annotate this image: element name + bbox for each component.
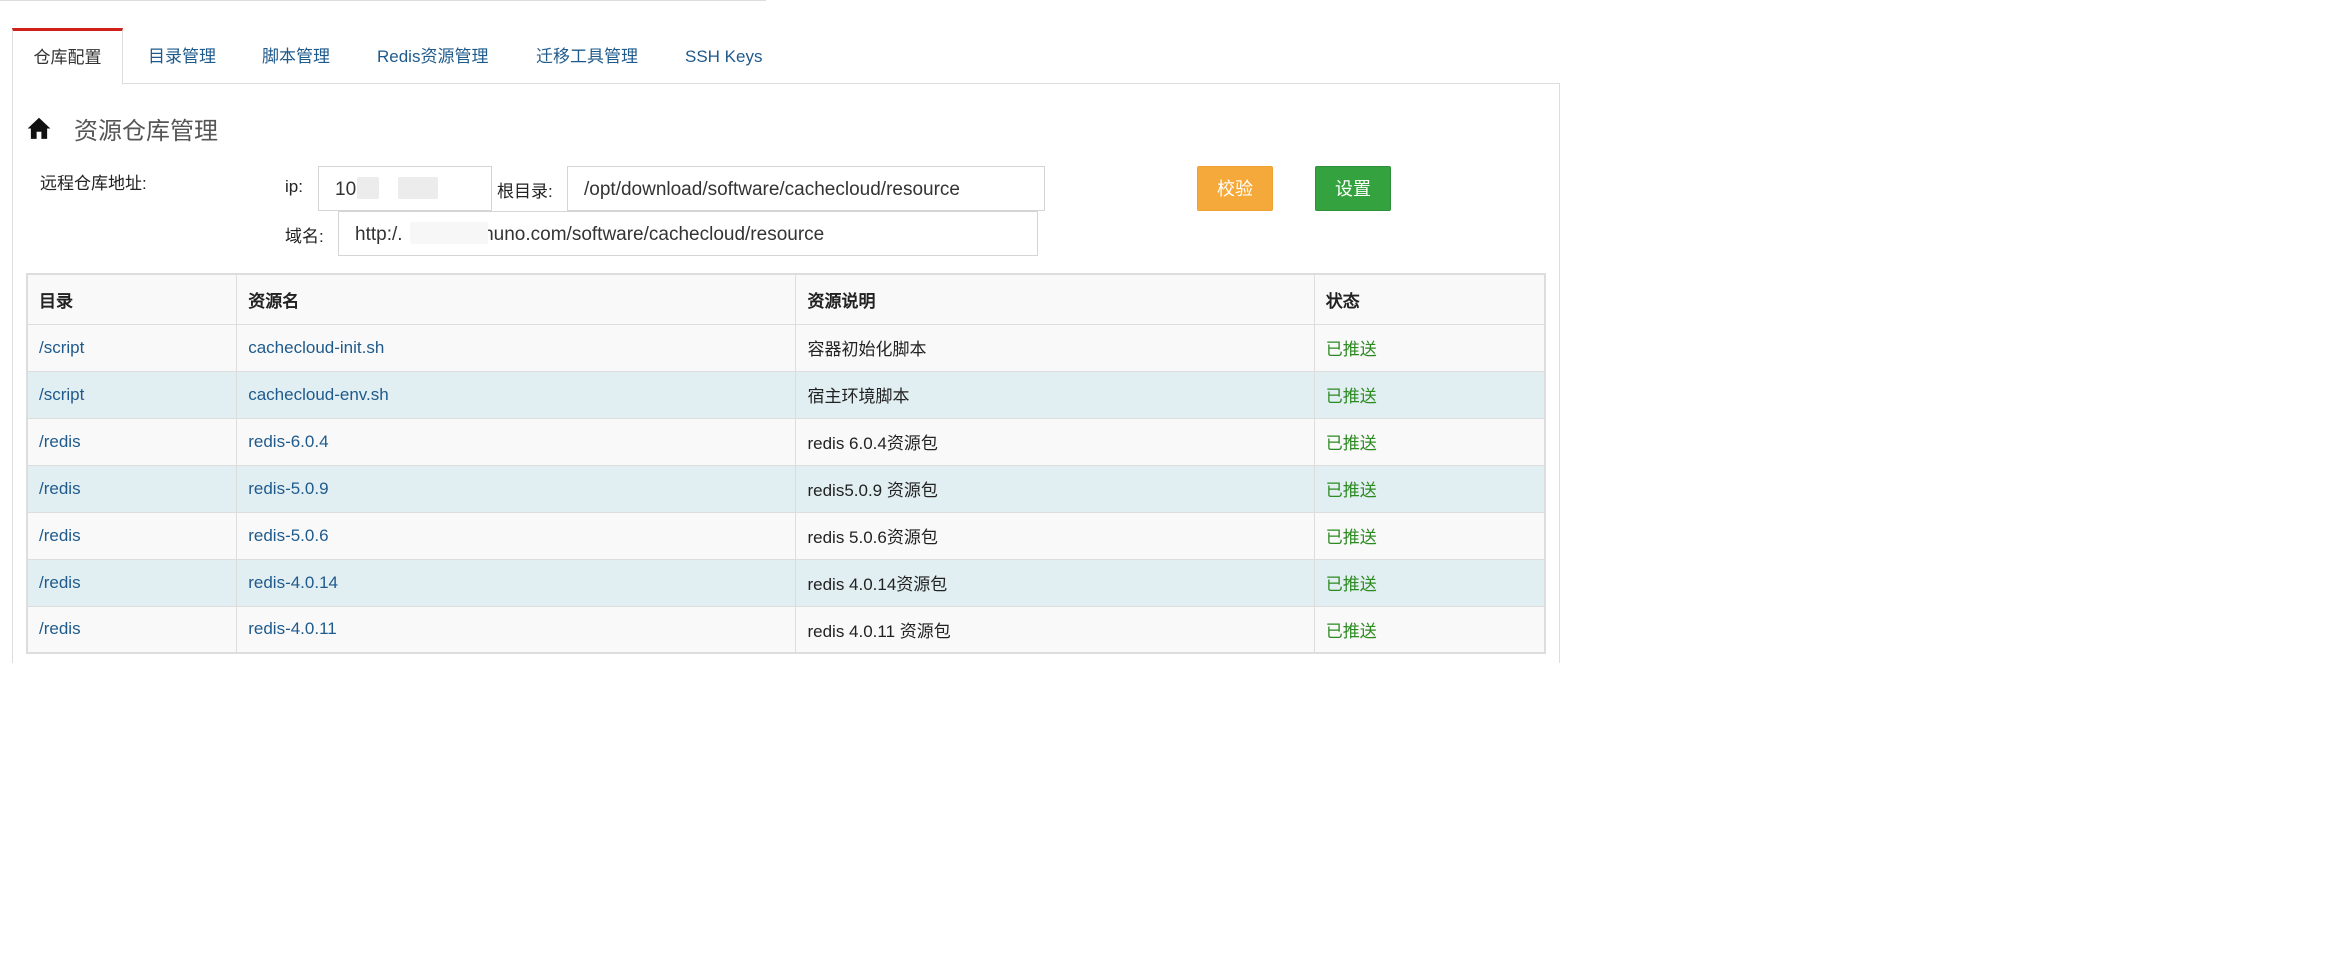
cell-status: 已推送	[1313, 417, 1546, 466]
root-dir-value: /opt/download/software/cachecloud/resour…	[584, 179, 961, 200]
tab-redis-resource-management[interactable]: Redis资源管理	[377, 28, 488, 84]
cell-directory[interactable]: /redis	[26, 558, 238, 607]
cell-resource-name[interactable]: redis-4.0.14	[236, 558, 797, 607]
cell-resource-name[interactable]: redis-6.0.4	[236, 417, 797, 466]
table-row: /redis redis-4.0.14 redis 4.0.14资源包 已推送	[26, 558, 1546, 607]
redacted-mask	[410, 222, 488, 244]
col-header-directory: 目录	[26, 273, 238, 325]
cell-status: 已推送	[1313, 511, 1546, 560]
cell-directory[interactable]: /redis	[26, 605, 238, 654]
cell-directory[interactable]: /script	[26, 323, 238, 372]
table-row: /redis redis-5.0.6 redis 5.0.6资源包 已推送	[26, 511, 1546, 560]
cell-resource-name[interactable]: redis-4.0.11	[236, 605, 797, 654]
col-header-resource-name: 资源名	[236, 273, 797, 325]
cell-resource-desc: redis 4.0.14资源包	[795, 558, 1315, 607]
cell-resource-desc: redis 6.0.4资源包	[795, 417, 1315, 466]
tab-script-management[interactable]: 脚本管理	[262, 28, 330, 84]
table-row: /redis redis-6.0.4 redis 6.0.4资源包 已推送	[26, 417, 1546, 466]
root-dir-label: 根目录:	[497, 182, 553, 201]
tab-migration-tool-management[interactable]: 迁移工具管理	[536, 28, 638, 84]
cell-status: 已推送	[1313, 558, 1546, 607]
ip-value: 10	[335, 179, 357, 200]
table-row: /redis redis-5.0.9 redis5.0.9 资源包 已推送	[26, 464, 1546, 513]
cell-resource-desc: redis 4.0.11 资源包	[795, 605, 1315, 654]
cell-directory[interactable]: /redis	[26, 417, 238, 466]
cell-directory[interactable]: /redis	[26, 511, 238, 560]
cell-status: 已推送	[1313, 323, 1546, 372]
cell-directory[interactable]: /redis	[26, 464, 238, 513]
table-row: /script cachecloud-env.sh 宿主环境脚本 已推送	[26, 370, 1546, 419]
page-header: 资源仓库管理	[26, 110, 218, 146]
remote-repo-label: 远程仓库地址:	[40, 174, 147, 193]
ip-label: ip:	[285, 177, 303, 196]
top-divider	[0, 0, 766, 1]
root-dir-field[interactable]: /opt/download/software/cachecloud/resour…	[567, 166, 1045, 211]
col-header-resource-desc: 资源说明	[795, 273, 1315, 325]
tab-repo-config[interactable]: 仓库配置	[12, 28, 123, 85]
cell-status: 已推送	[1313, 370, 1546, 419]
cell-resource-name[interactable]: redis-5.0.6	[236, 511, 797, 560]
domain-label: 域名:	[285, 227, 324, 246]
domain-prefix: http:/.	[355, 224, 403, 245]
tab-bar: 仓库配置 目录管理 脚本管理 Redis资源管理 迁移工具管理 SSH Keys	[12, 28, 1560, 85]
cell-resource-desc: 容器初始化脚本	[795, 323, 1315, 372]
cell-resource-name[interactable]: cachecloud-env.sh	[236, 370, 797, 419]
table-header-row: 目录 资源名 资源说明 状态	[26, 273, 1546, 325]
table-row: /redis redis-4.0.11 redis 4.0.11 资源包 已推送	[26, 605, 1546, 654]
cell-resource-desc: redis 5.0.6资源包	[795, 511, 1315, 560]
set-button[interactable]: 设置	[1315, 166, 1391, 211]
table-row: /script cachecloud-init.sh 容器初始化脚本 已推送	[26, 323, 1546, 372]
tab-directory-management[interactable]: 目录管理	[148, 28, 216, 84]
cell-resource-desc: 宿主环境脚本	[795, 370, 1315, 419]
page-title: 资源仓库管理	[74, 117, 218, 145]
col-header-status: 状态	[1313, 273, 1546, 325]
cell-resource-name[interactable]: cachecloud-init.sh	[236, 323, 797, 372]
cell-directory[interactable]: /script	[26, 370, 238, 419]
redacted-mask	[357, 177, 379, 199]
tab-ssh-keys[interactable]: SSH Keys	[685, 28, 762, 84]
redacted-mask	[398, 177, 438, 199]
domain-suffix: ohuno.com/software/cachecloud/resource	[472, 224, 825, 245]
cell-status: 已推送	[1313, 605, 1546, 654]
cell-status: 已推送	[1313, 464, 1546, 513]
cell-resource-name[interactable]: redis-5.0.9	[236, 464, 797, 513]
cell-resource-desc: redis5.0.9 资源包	[795, 464, 1315, 513]
home-icon[interactable]	[26, 115, 52, 141]
resource-table: 目录 资源名 资源说明 状态 /script cachecloud-init.s…	[26, 273, 1546, 654]
verify-button[interactable]: 校验	[1197, 166, 1273, 211]
